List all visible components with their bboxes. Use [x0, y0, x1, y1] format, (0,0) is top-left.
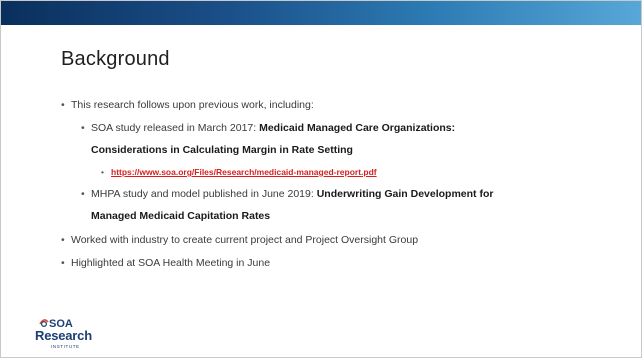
- bullet-dot-icon: •: [61, 99, 65, 111]
- logo-subtitle: INSTITUTE: [51, 344, 80, 349]
- logo-swoosh-icon: [39, 319, 49, 328]
- bullet-dot-icon: •: [61, 257, 65, 269]
- sub-bullet-item: • SOA study released in March 2017: Medic…: [81, 122, 455, 134]
- sub-sub-bullet-item: • https://www.soa.org/Files/Research/medi…: [101, 167, 377, 177]
- model-title-cont: Managed Medicaid Capitation Rates: [91, 210, 271, 222]
- logo-wordmark: Research: [35, 328, 92, 343]
- report-title-cont: Considerations in Calculating Margin in …: [91, 144, 353, 156]
- bullet-text: Worked with industry to create current p…: [71, 234, 419, 246]
- slide: Background • This research follows upon p…: [0, 0, 642, 358]
- report-link[interactable]: https://www.soa.org/Files/Research/medic…: [111, 167, 377, 177]
- slide-title: Background: [61, 48, 170, 70]
- report-title: Medicaid Managed Care Organizations:: [259, 122, 456, 134]
- model-title: Underwriting Gain Development for: [316, 188, 494, 200]
- bullet-dot-icon: •: [101, 167, 104, 177]
- sub-bullet-item: • MHPA study and model published in June …: [81, 188, 493, 200]
- bullet-text: Highlighted at SOA Health Meeting in Jun…: [71, 257, 271, 269]
- bullet-dot-icon: •: [61, 234, 65, 246]
- bullet-dot-icon: •: [81, 188, 85, 200]
- sub-bullet-continuation: Managed Medicaid Capitation Rates: [91, 210, 270, 222]
- soa-research-logo: SOA Research INSTITUTE: [35, 318, 95, 352]
- sub-bullet-continuation: Considerations in Calculating Margin in …: [91, 144, 353, 156]
- bullet-item: • Worked with industry to create current …: [61, 234, 418, 246]
- bullet-text: SOA study released in March 2017:: [91, 122, 260, 134]
- bullet-text: MHPA study and model published in June 2…: [91, 188, 317, 200]
- header-bar: [1, 1, 641, 25]
- bullet-dot-icon: •: [81, 122, 85, 134]
- bullet-item: • This research follows upon previous wor…: [61, 99, 314, 111]
- bullet-text: This research follows upon previous work…: [71, 99, 314, 111]
- bullet-item: • Highlighted at SOA Health Meeting in Ju…: [61, 257, 270, 269]
